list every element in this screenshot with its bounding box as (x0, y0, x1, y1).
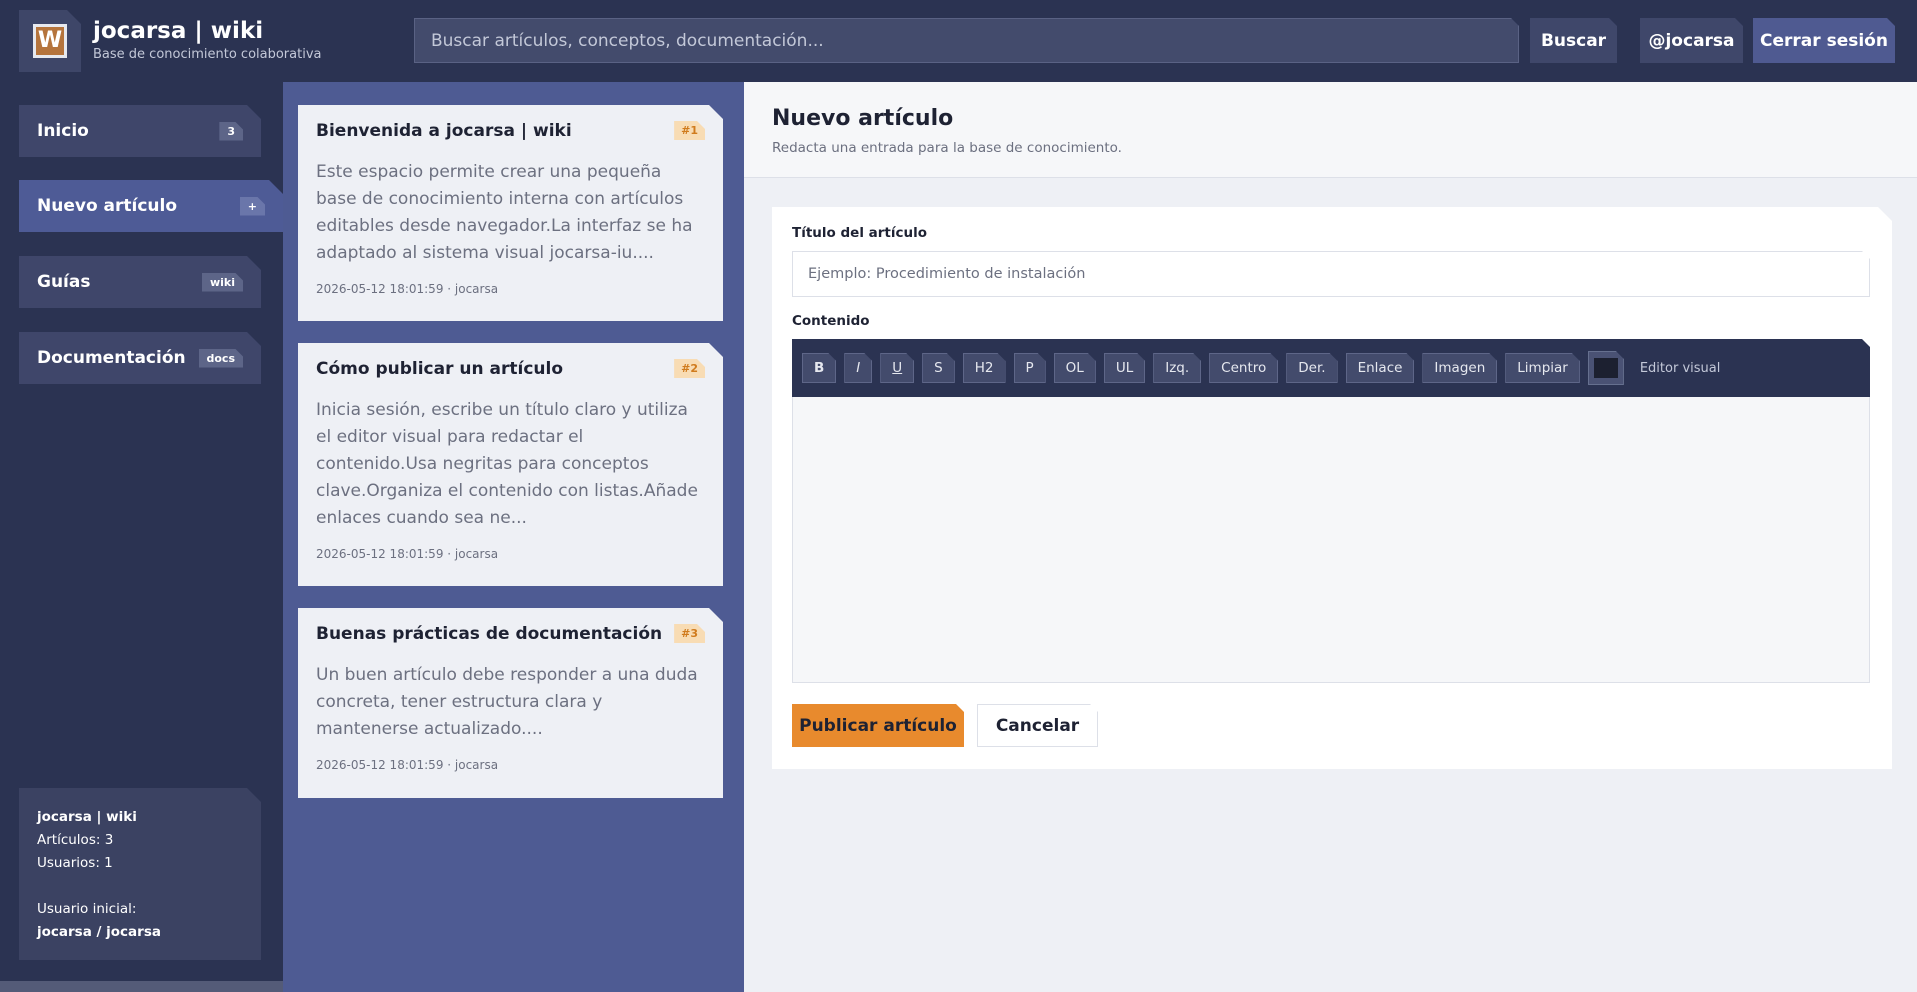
cancel-button[interactable]: Cancelar (977, 704, 1098, 747)
underline-button[interactable]: U (880, 353, 914, 383)
sidebar-item-inicio[interactable]: Inicio 3 (19, 105, 261, 157)
initial-user-value: jocarsa / jocarsa (37, 924, 161, 940)
top-header: W jocarsa | wiki Base de conocimiento co… (0, 0, 1917, 82)
article-number-badge: #2 (674, 359, 705, 378)
sidebar-item-documentacion[interactable]: Documentación docs (19, 332, 261, 384)
page-header: Nuevo artículo Redacta una entrada para … (744, 82, 1917, 178)
count-badge: 3 (219, 122, 243, 141)
heading2-button[interactable]: H2 (963, 353, 1006, 383)
title-label: Título del artículo (792, 225, 928, 241)
editor-note: Editor visual (1639, 360, 1721, 376)
sidebar-item-guias[interactable]: Guías wiki (19, 256, 261, 308)
page-subtitle: Redacta una entrada para la base de cono… (772, 140, 1122, 156)
sidebar-item-label: Documentación (37, 348, 186, 368)
article-meta: 2026-05-12 18:01:59 · jocarsa (316, 547, 499, 561)
paragraph-button[interactable]: P (1014, 353, 1046, 383)
article-excerpt: Inicia sesión, escribe un título claro y… (316, 400, 698, 528)
sidebar-item-label: Guías (37, 272, 91, 292)
list-item[interactable]: Buenas prácticas de documentación #3 Un … (298, 608, 723, 798)
search-button[interactable]: Buscar (1530, 18, 1617, 63)
italic-button[interactable]: I (844, 353, 872, 383)
article-title: Cómo publicar un artículo (316, 359, 564, 379)
article-excerpt: Un buen artículo debe responder a una du… (316, 665, 698, 739)
article-count: Artículos: 3 (37, 832, 114, 848)
ordered-list-button[interactable]: OL (1054, 353, 1096, 383)
align-right-button[interactable]: Der. (1286, 353, 1337, 383)
list-item[interactable]: Bienvenida a jocarsa | wiki #1 Este espa… (298, 105, 723, 321)
image-button[interactable]: Imagen (1422, 353, 1497, 383)
article-number-badge: #3 (674, 624, 705, 643)
align-left-button[interactable]: Izq. (1153, 353, 1201, 383)
main-content: Nuevo artículo Redacta una entrada para … (744, 82, 1917, 992)
strikethrough-button[interactable]: S (922, 353, 955, 383)
plus-icon: + (240, 197, 265, 216)
initial-user-label: Usuario inicial: (37, 901, 137, 917)
sidebar-item-nuevo-articulo[interactable]: Nuevo artículo + (19, 180, 283, 232)
sidebar-item-label: Nuevo artículo (37, 196, 178, 216)
publish-button[interactable]: Publicar artículo (792, 704, 964, 747)
logo[interactable]: W (19, 10, 81, 72)
title-input[interactable] (792, 251, 1870, 297)
color-picker[interactable] (1588, 351, 1624, 385)
article-number-badge: #1 (674, 121, 705, 140)
link-button[interactable]: Enlace (1346, 353, 1415, 383)
color-swatch-icon (1594, 358, 1618, 378)
brand-subtitle: Base de conocimiento colaborativa (93, 47, 322, 62)
content-label: Contenido (792, 313, 870, 329)
site-info-panel: jocarsa | wiki Artículos: 3 Usuarios: 1 … (19, 788, 261, 960)
align-center-button[interactable]: Centro (1209, 353, 1278, 383)
article-form: Título del artículo Contenido B I U S H2… (772, 207, 1892, 769)
site-name: jocarsa | wiki (37, 809, 137, 825)
article-title: Buenas prácticas de documentación (316, 624, 663, 644)
tag-badge: wiki (202, 273, 243, 292)
article-excerpt: Este espacio permite crear una pequeña b… (316, 162, 693, 263)
user-count: Usuarios: 1 (37, 855, 113, 871)
search-input[interactable] (414, 18, 1519, 63)
article-title: Bienvenida a jocarsa | wiki (316, 121, 572, 141)
tag-badge: docs (199, 349, 244, 368)
article-meta: 2026-05-12 18:01:59 · jocarsa (316, 282, 499, 296)
editor-toolbar: B I U S H2 P OL UL Izq. Centro Der. Enla… (792, 339, 1870, 397)
article-meta: 2026-05-12 18:01:59 · jocarsa (316, 758, 499, 772)
article-list: Bienvenida a jocarsa | wiki #1 Este espa… (283, 82, 744, 992)
unordered-list-button[interactable]: UL (1104, 353, 1145, 383)
wiki-logo-icon: W (33, 24, 67, 58)
clear-format-button[interactable]: Limpiar (1505, 353, 1580, 383)
logout-button[interactable]: Cerrar sesión (1753, 18, 1895, 63)
sidebar-item-label: Inicio (37, 121, 89, 141)
bold-button[interactable]: B (802, 353, 836, 383)
brand-title: jocarsa | wiki (93, 18, 264, 44)
content-editor[interactable] (792, 397, 1870, 683)
page-title: Nuevo artículo (772, 106, 954, 131)
user-button[interactable]: @jocarsa (1640, 18, 1743, 63)
list-item[interactable]: Cómo publicar un artículo #2 Inicia sesi… (298, 343, 723, 586)
sidebar-footer-bar (0, 981, 283, 992)
